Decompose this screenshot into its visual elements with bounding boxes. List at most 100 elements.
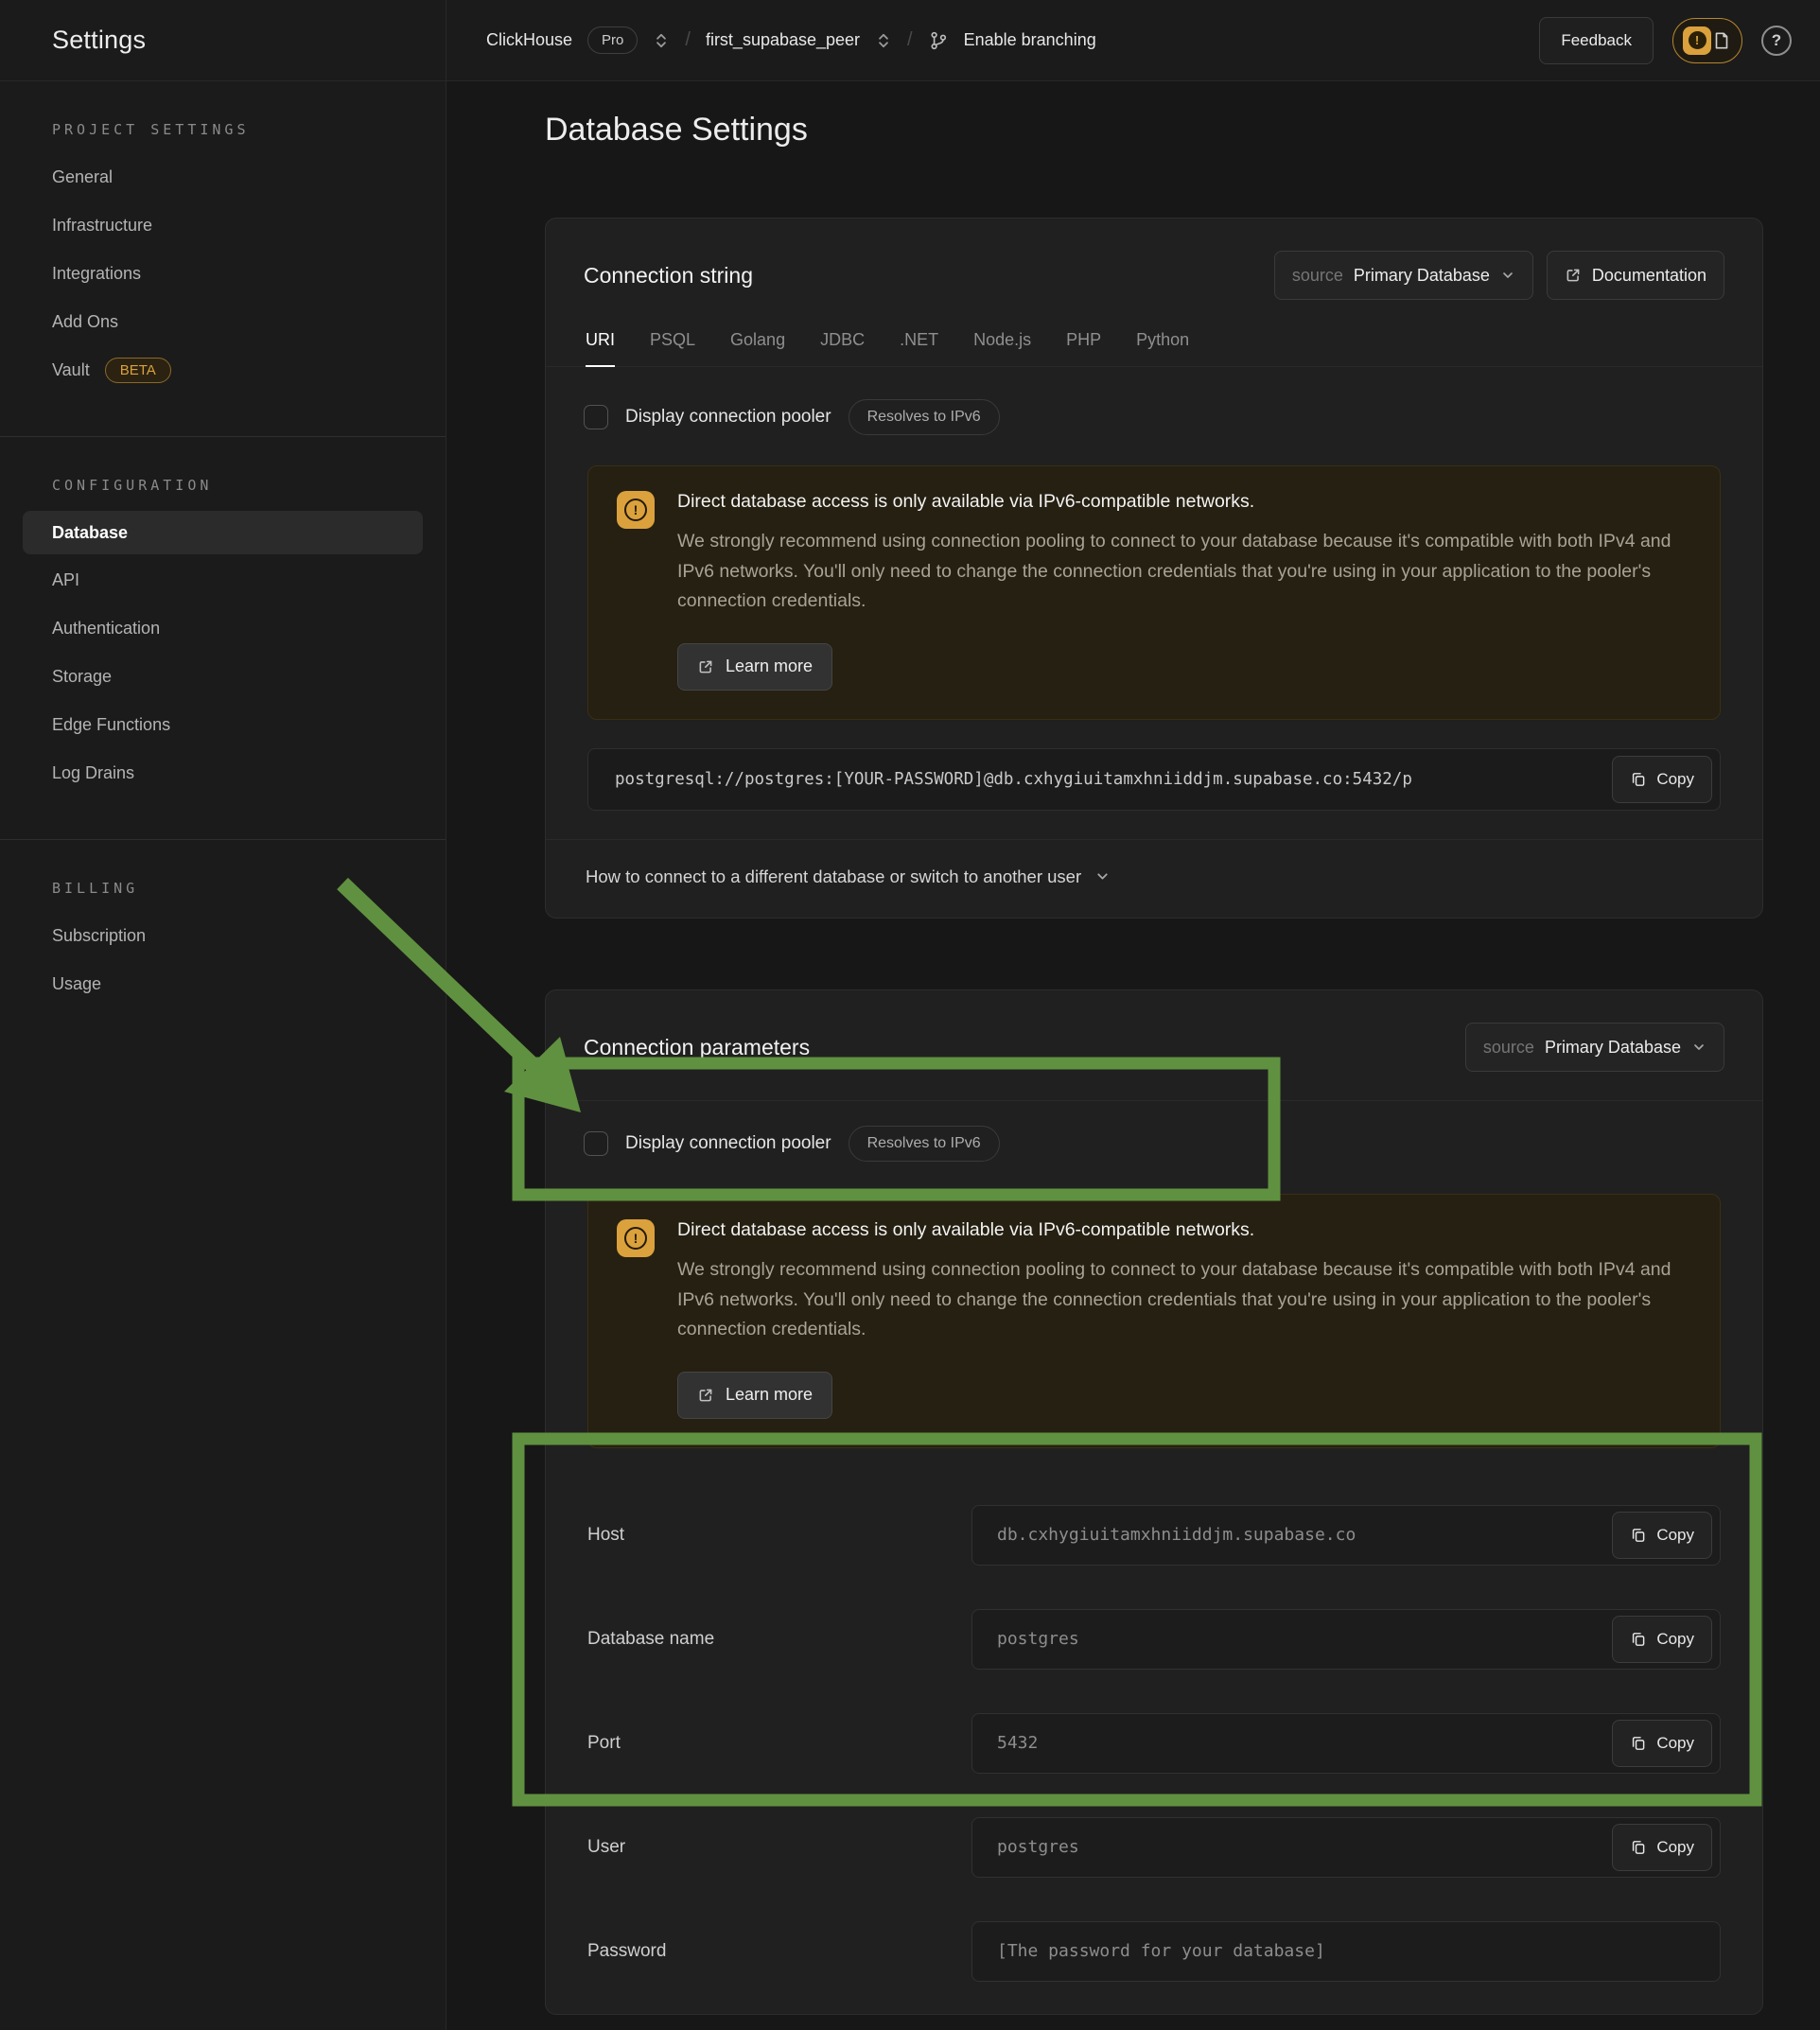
sidebar-heading: CONFIGURATION bbox=[0, 477, 446, 509]
copy-port-button[interactable]: Copy bbox=[1612, 1720, 1712, 1767]
connection-parameters-card: Connection parameters source Primary Dat… bbox=[545, 989, 1763, 2015]
copy-host-button[interactable]: Copy bbox=[1612, 1512, 1712, 1559]
tab-uri[interactable]: URI bbox=[586, 330, 615, 367]
sidebar-item-database[interactable]: Database bbox=[23, 511, 423, 554]
sidebar-heading: BILLING bbox=[0, 880, 446, 912]
chevron-down-icon bbox=[1094, 868, 1111, 884]
connection-parameters-header: Connection parameters source Primary Dat… bbox=[546, 990, 1762, 1101]
copy-icon bbox=[1630, 1839, 1647, 1856]
sidebar-item-edge-functions[interactable]: Edge Functions bbox=[0, 701, 446, 749]
external-link-icon bbox=[697, 1387, 714, 1404]
top-bar-main: ClickHouse Pro / first_supabase_peer / E… bbox=[446, 0, 1820, 80]
sidebar-item-storage[interactable]: Storage bbox=[0, 653, 446, 701]
copy-icon bbox=[1630, 1631, 1647, 1648]
sidebar-item-log-drains[interactable]: Log Drains bbox=[0, 749, 446, 797]
tab-psql[interactable]: PSQL bbox=[650, 330, 695, 366]
settings-screen: Settings ClickHouse Pro / first_supabase… bbox=[0, 0, 1820, 2030]
tab-python[interactable]: Python bbox=[1136, 330, 1189, 366]
header-controls: source Primary Database Documentation bbox=[1274, 251, 1724, 300]
header-controls: source Primary Database bbox=[1465, 1023, 1724, 1072]
tab-jdbc[interactable]: JDBC bbox=[820, 330, 865, 366]
copy-icon bbox=[1630, 1527, 1647, 1544]
sidebar-section-configuration: CONFIGURATION Database API Authenticatio… bbox=[0, 436, 446, 839]
beta-badge: BETA bbox=[105, 358, 171, 383]
copy-user-button[interactable]: Copy bbox=[1612, 1824, 1712, 1871]
top-bar-right: Feedback ! ? bbox=[1539, 17, 1792, 64]
source-select[interactable]: source Primary Database bbox=[1274, 251, 1533, 300]
pooler-toggle-row: Display connection pooler Resolves to IP… bbox=[546, 1101, 1762, 1167]
param-row-password: Password [The password for your database… bbox=[587, 1921, 1721, 1982]
chevron-up-down-icon[interactable] bbox=[875, 32, 892, 49]
sidebar: PROJECT SETTINGS General Infrastructure … bbox=[0, 81, 446, 2030]
copy-icon bbox=[1630, 771, 1647, 788]
resolves-to-ipv6-badge: Resolves to IPv6 bbox=[849, 399, 1000, 435]
alert-icon: ! bbox=[1683, 26, 1711, 55]
password-field[interactable]: [The password for your database] bbox=[971, 1921, 1721, 1982]
learn-more-button[interactable]: Learn more bbox=[677, 643, 832, 691]
sidebar-item-subscription[interactable]: Subscription bbox=[0, 912, 446, 960]
main-content: Database Settings Connection string sour… bbox=[446, 81, 1820, 2030]
breadcrumb-org[interactable]: ClickHouse bbox=[486, 30, 572, 50]
display-connection-pooler-checkbox[interactable] bbox=[584, 405, 608, 429]
sidebar-item-add-ons[interactable]: Add Ons bbox=[0, 298, 446, 346]
enable-branching-button[interactable]: Enable branching bbox=[964, 30, 1096, 50]
sidebar-section-billing: BILLING Subscription Usage bbox=[0, 839, 446, 1050]
top-bar: Settings ClickHouse Pro / first_supabase… bbox=[0, 0, 1820, 81]
user-field: postgres Copy bbox=[971, 1817, 1721, 1878]
notifications-button[interactable]: ! bbox=[1672, 18, 1742, 63]
sidebar-item-authentication[interactable]: Authentication bbox=[0, 604, 446, 653]
top-bar-left: Settings bbox=[0, 0, 446, 80]
sidebar-item-usage[interactable]: Usage bbox=[0, 960, 446, 1008]
breadcrumb-project[interactable]: first_supabase_peer bbox=[706, 30, 860, 50]
connection-string-card: Connection string source Primary Databas… bbox=[545, 218, 1763, 919]
help-icon[interactable]: ? bbox=[1761, 26, 1792, 56]
copy-database-name-button[interactable]: Copy bbox=[1612, 1616, 1712, 1663]
resolves-to-ipv6-badge: Resolves to IPv6 bbox=[849, 1126, 1000, 1162]
host-field: db.cxhygiuitamxhniiddjm.supabase.co Copy bbox=[971, 1505, 1721, 1566]
plan-badge: Pro bbox=[587, 26, 638, 54]
sidebar-section-project-settings: PROJECT SETTINGS General Infrastructure … bbox=[0, 81, 446, 436]
tab-golang[interactable]: Golang bbox=[730, 330, 785, 366]
chevron-down-icon bbox=[1500, 268, 1515, 283]
sidebar-item-vault[interactable]: Vault BETA bbox=[0, 346, 446, 394]
sidebar-heading: PROJECT SETTINGS bbox=[0, 121, 446, 153]
external-link-icon bbox=[697, 658, 714, 675]
breadcrumb-separator: / bbox=[685, 29, 691, 51]
ipv6-notice: ! Direct database access is only availab… bbox=[587, 1194, 1721, 1448]
ipv6-notice: ! Direct database access is only availab… bbox=[587, 465, 1721, 720]
pooler-toggle-row: Display connection pooler Resolves to IP… bbox=[546, 367, 1762, 441]
warning-icon: ! bbox=[617, 1219, 655, 1257]
connection-string-value: postgresql://postgres:[YOUR-PASSWORD]@db… bbox=[587, 748, 1721, 811]
source-select[interactable]: source Primary Database bbox=[1465, 1023, 1724, 1072]
sidebar-item-infrastructure[interactable]: Infrastructure bbox=[0, 201, 446, 250]
feedback-button[interactable]: Feedback bbox=[1539, 17, 1654, 64]
connection-string-header: Connection string source Primary Databas… bbox=[546, 219, 1762, 324]
param-row-user: User postgres Copy bbox=[587, 1817, 1721, 1878]
card-title: Connection string bbox=[584, 263, 753, 289]
tab-nodejs[interactable]: Node.js bbox=[973, 330, 1031, 366]
document-icon bbox=[1711, 30, 1732, 51]
chevron-up-down-icon[interactable] bbox=[653, 32, 670, 49]
connection-string-tabs: URI PSQL Golang JDBC .NET Node.js PHP Py… bbox=[546, 324, 1762, 367]
git-branch-icon bbox=[928, 30, 949, 51]
connection-help-expander[interactable]: How to connect to a different database o… bbox=[546, 839, 1762, 918]
port-field: 5432 Copy bbox=[971, 1713, 1721, 1774]
pooler-label: Display connection pooler bbox=[625, 1133, 831, 1154]
param-row-port: Port 5432 Copy bbox=[587, 1713, 1721, 1774]
database-name-field: postgres Copy bbox=[971, 1609, 1721, 1670]
tab-dotnet[interactable]: .NET bbox=[900, 330, 938, 366]
learn-more-button[interactable]: Learn more bbox=[677, 1372, 832, 1419]
tab-php[interactable]: PHP bbox=[1066, 330, 1101, 366]
notice-title: Direct database access is only available… bbox=[677, 1219, 1691, 1241]
external-link-icon bbox=[1565, 267, 1582, 284]
display-connection-pooler-checkbox[interactable] bbox=[584, 1131, 608, 1156]
card-title: Connection parameters bbox=[584, 1035, 810, 1060]
sidebar-item-api[interactable]: API bbox=[0, 556, 446, 604]
copy-connection-string-button[interactable]: Copy bbox=[1612, 756, 1712, 803]
sidebar-item-integrations[interactable]: Integrations bbox=[0, 250, 446, 298]
sidebar-item-general[interactable]: General bbox=[0, 153, 446, 201]
notice-body: We strongly recommend using connection p… bbox=[677, 1255, 1691, 1345]
page-title: Database Settings bbox=[545, 112, 808, 149]
documentation-button[interactable]: Documentation bbox=[1547, 251, 1724, 300]
pooler-label: Display connection pooler bbox=[625, 407, 831, 428]
